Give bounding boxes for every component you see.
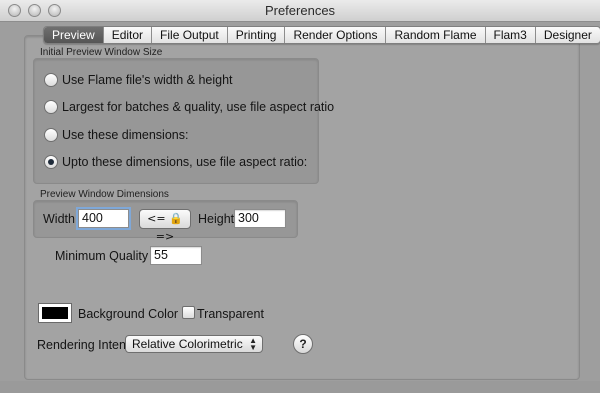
title-bar: Preferences: [0, 0, 600, 22]
radio-button-selected[interactable]: [44, 155, 58, 169]
rendering-intent-label: Rendering Intent: [37, 338, 130, 352]
window-title: Preferences: [264, 3, 336, 18]
radio-label: Upto these dimensions, use file aspect r…: [62, 155, 308, 169]
rendering-intent-value: Relative Colorimetric: [132, 337, 243, 351]
width-label: Width: [43, 212, 75, 226]
transparent-label: Transparent: [197, 307, 264, 321]
radio-largest-for-batches[interactable]: Largest for batches & quality, use file …: [44, 99, 334, 115]
dimensions-group-label: Preview Window Dimensions: [40, 189, 169, 200]
radio-button[interactable]: [44, 100, 58, 114]
tab-render-options[interactable]: Render Options: [285, 27, 387, 43]
transparent-checkbox[interactable]: [182, 306, 195, 319]
tab-preview[interactable]: Preview: [44, 27, 104, 43]
color-swatch: [42, 307, 68, 319]
radio-label: Use these dimensions:: [62, 128, 189, 142]
background-color-label: Background Color: [78, 307, 179, 321]
tab-flam3[interactable]: Flam3: [486, 27, 536, 43]
preferences-window: Preferences Preview Editor File Output P…: [0, 0, 600, 393]
radio-use-flame-size[interactable]: Use Flame file's width & height: [44, 72, 233, 88]
radio-upto-these-dimensions[interactable]: Upto these dimensions, use file aspect r…: [44, 154, 307, 170]
height-label: Height: [198, 212, 235, 226]
radio-use-these-dimensions[interactable]: Use these dimensions:: [44, 127, 188, 143]
minimum-quality-field[interactable]: 55: [150, 246, 202, 265]
radio-label: Use Flame file's width & height: [62, 73, 233, 87]
window-bottom-bar: [0, 381, 600, 393]
help-button[interactable]: ?: [293, 334, 313, 354]
tab-random-flame[interactable]: Random Flame: [386, 27, 486, 43]
height-field[interactable]: 300: [234, 209, 286, 228]
initial-size-group-label: Initial Preview Window Size: [40, 47, 163, 58]
minimum-quality-label: Minimum Quality: [55, 249, 149, 263]
radio-label: Largest for batches & quality, use file …: [62, 100, 335, 114]
tab-printing[interactable]: Printing: [228, 27, 286, 43]
tab-designer[interactable]: Designer: [536, 27, 600, 43]
rendering-intent-popup[interactable]: Relative Colorimetric ▲ ▼: [125, 335, 263, 353]
radio-button[interactable]: [44, 73, 58, 87]
updown-arrows-icon: ▲ ▼: [249, 336, 257, 352]
tab-bar: Preview Editor File Output Printing Rend…: [43, 26, 600, 44]
background-color-well[interactable]: [38, 303, 72, 323]
tab-file-output[interactable]: File Output: [152, 27, 228, 43]
width-field[interactable]: 400: [78, 209, 129, 228]
tab-editor[interactable]: Editor: [104, 27, 153, 43]
link-dimensions-button[interactable]: <= 🔒 =>: [139, 209, 191, 243]
radio-button[interactable]: [44, 128, 58, 142]
